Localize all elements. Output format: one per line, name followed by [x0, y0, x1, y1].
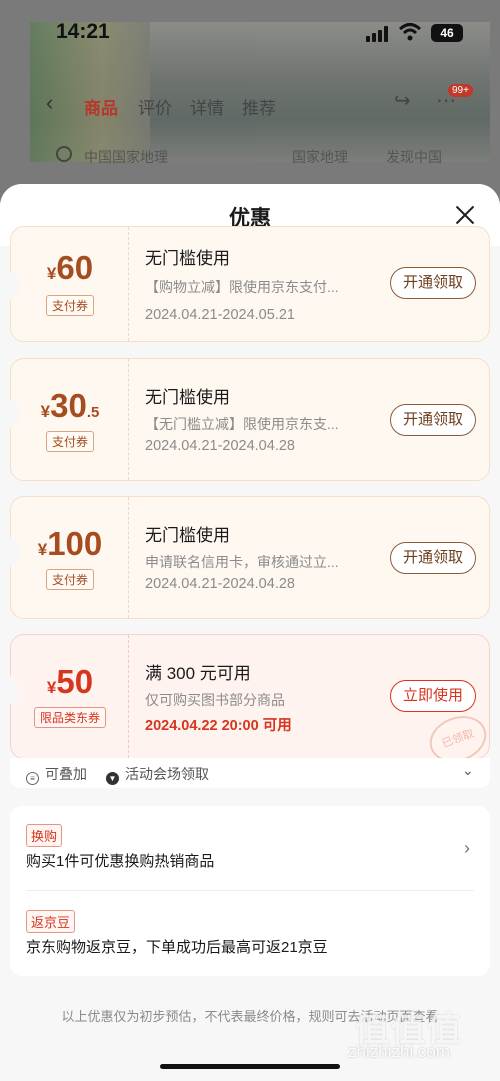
coupon-amount: ¥100 — [37, 525, 103, 562]
coupon-amount: ¥30.5 — [40, 387, 100, 424]
status-bar: 14:21 46 — [0, 0, 500, 52]
status-time: 14:21 — [56, 20, 110, 43]
coupon-date: 2024.04.21-2024.05.21 — [145, 307, 295, 323]
coupon-amount: ¥60 — [46, 249, 94, 286]
coupon-desc: 【购物立减】限使用京东支付... — [145, 279, 339, 295]
battery-icon: 46 — [431, 24, 463, 42]
background-tab-bar: ‹ 商品 评价 详情 推荐 ↪ ⋯ 99+ — [0, 84, 500, 122]
claim-button[interactable]: 开通领取 — [390, 404, 476, 436]
offer-row-beans: 返京豆 京东购物返京豆，下单成功后最高可返21京豆 — [26, 910, 474, 960]
coupon-title: 无门槛使用 — [145, 249, 230, 268]
use-now-button[interactable]: 立即使用 — [390, 680, 476, 712]
offer-text: 购买1件可优惠换购热销商品 — [26, 853, 215, 870]
coupon-legend: ≡ 可叠加 ▼ 活动会场领取 ⌄ — [10, 758, 490, 788]
coupon-date: 2024.04.21-2024.04.28 — [145, 576, 295, 592]
coupon-date: 2024.04.21-2024.04.28 — [145, 438, 295, 454]
notification-badge: 99+ — [448, 84, 473, 97]
legend-venue: ▼ 活动会场领取 — [106, 764, 209, 785]
background-search-bar: 中国国家地理 国家地理 发现中国 — [40, 140, 460, 172]
signal-icon — [366, 26, 390, 42]
coupon-card[interactable]: ¥60 支付券 无门槛使用 【购物立减】限使用京东支付... 2024.04.2… — [2, 226, 490, 342]
back-icon: ‹ — [46, 90, 54, 115]
coupon-card[interactable]: ¥30.5 支付券 无门槛使用 【无门槛立减】限使用京东支... 2024.04… — [2, 358, 490, 481]
legend-stackable: ≡ 可叠加 — [26, 764, 87, 785]
coupon-type-tag: 限品类东券 — [11, 707, 129, 728]
offer-tag: 换购 — [26, 824, 63, 847]
stack-icon: ≡ — [26, 772, 39, 785]
tab-product: 商品 — [84, 99, 118, 118]
watermark-url: zhizhizhi.com — [348, 1042, 451, 1061]
coupon-desc: 【无门槛立减】限使用京东支... — [145, 416, 339, 432]
claim-button[interactable]: 开通领取 — [390, 542, 476, 574]
chevron-down-icon[interactable]: ⌄ — [462, 762, 474, 779]
chevron-right-icon: › — [464, 838, 470, 858]
offer-text: 京东购物返京豆，下单成功后最高可返21京豆 — [26, 939, 328, 956]
share-icon: ↪ — [394, 90, 411, 112]
coupon-type-tag: 支付券 — [11, 295, 129, 316]
coupon-card[interactable]: ¥50 限品类东券 满 300 元可用 仅可购买图书部分商品 2024.04.2… — [2, 634, 493, 770]
divider — [26, 890, 474, 891]
close-icon[interactable] — [452, 202, 478, 228]
wifi-icon — [398, 23, 422, 41]
offers-sheet: 优惠 ¥60 支付券 无门槛使用 【购物立减】限使用京东支付... 2024.0… — [0, 184, 500, 1081]
offer-row-exchange[interactable]: 换购 购买1件可优惠换购热销商品 › — [26, 824, 474, 874]
tab-recommend: 推荐 — [242, 99, 276, 118]
venue-icon: ▼ — [106, 772, 119, 785]
coupon-amount: ¥50 — [46, 663, 94, 700]
coupon-date: 2024.04.22 20:00 可用 — [145, 718, 292, 734]
coupon-title: 无门槛使用 — [145, 526, 230, 545]
search-query: 中国国家地理 — [84, 149, 168, 165]
background-product-page: 14:21 46 ‹ 商品 评价 详情 推荐 ↪ ⋯ 99+ 中国国家地理 国家… — [0, 0, 500, 200]
tab-details: 详情 — [190, 99, 224, 118]
coupon-desc: 仅可购买图书部分商品 — [145, 692, 285, 708]
offer-tag: 返京豆 — [26, 910, 76, 933]
search-tag: 国家地理 — [292, 149, 348, 165]
extra-offers-card: 换购 购买1件可优惠换购热销商品 › 返京豆 京东购物返京豆，下单成功后最高可返… — [10, 806, 490, 976]
coupon-type-tag: 支付券 — [11, 569, 129, 590]
coupon-title: 满 300 元可用 — [145, 664, 251, 683]
search-tag: 发现中国 — [386, 149, 442, 165]
coupon-type-tag: 支付券 — [11, 431, 129, 452]
home-indicator[interactable] — [160, 1064, 340, 1069]
coupon-desc: 申请联名信用卡，审核通过立... — [145, 554, 339, 570]
claim-button[interactable]: 开通领取 — [390, 267, 476, 299]
coupon-title: 无门槛使用 — [145, 388, 230, 407]
search-icon — [56, 146, 72, 162]
coupon-card[interactable]: ¥100 支付券 无门槛使用 申请联名信用卡，审核通过立... 2024.04.… — [2, 496, 490, 619]
tab-reviews: 评价 — [138, 99, 172, 118]
